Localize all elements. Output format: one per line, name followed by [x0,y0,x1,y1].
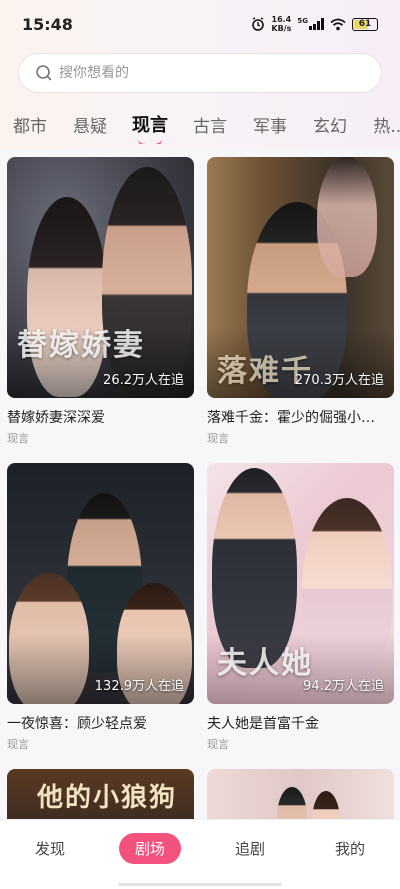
cover-title-art: 夫人她 [217,646,313,681]
drama-card[interactable]: 替嫁娇妻 26.2万人在追 替嫁娇妻深深爱 现言 [7,157,194,446]
viewer-count: 94.2万人在追 [303,679,384,694]
drama-cover[interactable]: 替嫁娇妻 26.2万人在追 [7,157,194,398]
viewer-count: 26.2万人在追 [103,373,184,388]
status-bar: 15:48 16.4 KB/s 5G 61 [0,0,400,48]
search-input[interactable] [59,65,381,81]
drama-card[interactable]: 132.9万人在追 一夜惊喜：顾少轻点爱 现言 [7,463,194,752]
alarm-icon [252,17,265,31]
nav-discover[interactable]: 发现 [0,838,100,859]
drama-cover[interactable]: 夫人她 94.2万人在追 [207,463,394,704]
net-speed: 16.4 KB/s [271,15,291,33]
tab-dushi[interactable]: 都市 [0,112,60,137]
drama-title[interactable]: 替嫁娇妻深深爱 [7,407,194,427]
search-bar[interactable] [18,53,382,93]
nav-theater-label: 剧场 [118,833,181,864]
network-type: 5G [297,17,308,25]
drama-title[interactable]: 落难千金：霍少的倔强小… [207,407,394,427]
viewer-count: 270.3万人在追 [294,373,384,388]
tab-guyan[interactable]: 古言 [180,112,240,137]
drama-genre: 现言 [7,738,29,751]
cellular-signal: 5G [297,18,324,30]
tab-re[interactable]: 热... [360,112,400,137]
cover-title-art: 替嫁娇妻 [17,328,145,363]
drama-cover[interactable]: 132.9万人在追 [7,463,194,704]
nav-mine-label: 我的 [334,840,365,858]
status-icons: 16.4 KB/s 5G 61 [251,15,378,33]
drama-genre: 现言 [207,738,229,751]
bottom-nav: 发现 剧场 追剧 我的 [0,819,400,889]
nav-follow[interactable]: 追剧 [200,838,300,859]
tab-xuanyi[interactable]: 悬疑 [60,112,120,137]
tab-junshi[interactable]: 军事 [240,112,300,137]
nav-mine[interactable]: 我的 [300,838,400,859]
tab-xuanhuan[interactable]: 玄幻 [300,112,360,137]
drama-title[interactable]: 一夜惊喜：顾少轻点爱 [7,713,194,733]
home-indicator[interactable] [118,883,282,886]
drama-card[interactable]: 落难千 270.3万人在追 落难千金：霍少的倔强小… 现言 [207,157,394,446]
nav-theater[interactable]: 剧场 [100,833,200,864]
nav-discover-label: 发现 [34,840,65,858]
drama-cover[interactable]: 落难千 270.3万人在追 [207,157,394,398]
signal-bars-icon [309,18,324,30]
drama-genre: 现言 [7,432,29,445]
net-speed-value: 16.4 [271,15,292,24]
wifi-icon [330,18,346,30]
drama-title[interactable]: 夫人她是首富千金 [207,713,394,733]
nav-follow-label: 追剧 [234,840,265,858]
cover-title-art: 他的小狼狗 [37,783,178,813]
battery-level: 61 [358,19,372,29]
battery-icon: 61 [352,17,378,31]
viewer-count: 132.9万人在追 [94,679,184,694]
category-tabs: 都市 悬疑 现言 古言 军事 玄幻 热... [0,104,400,144]
net-speed-unit: KB/s [271,24,292,33]
drama-card[interactable]: 夫人她 94.2万人在追 夫人她是首富千金 现言 [207,463,394,752]
tab-xianyan[interactable]: 现言 [120,111,180,137]
status-time: 15:48 [22,14,73,34]
search-icon [36,65,52,81]
drama-genre: 现言 [207,432,229,445]
